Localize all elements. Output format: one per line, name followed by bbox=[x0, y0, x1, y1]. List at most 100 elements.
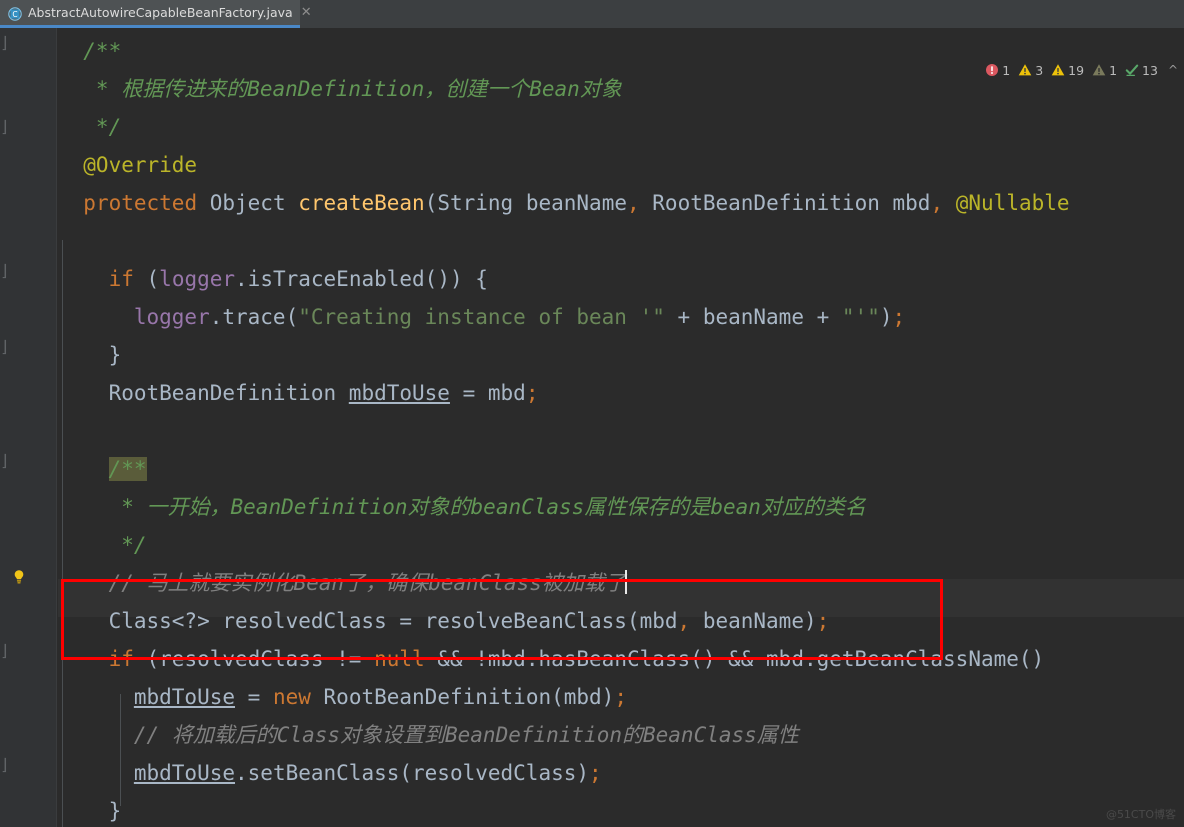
code-token: /** bbox=[108, 457, 147, 481]
code-token: = bbox=[235, 685, 273, 709]
fold-region-icon[interactable]: ⌋ bbox=[0, 263, 12, 279]
code-line[interactable]: */ bbox=[58, 526, 147, 564]
code-token: .trace( bbox=[209, 305, 299, 329]
code-token: ; bbox=[525, 381, 539, 405]
code-line[interactable]: /** bbox=[58, 450, 147, 488]
code-line[interactable]: logger.trace("Creating instance of bean … bbox=[58, 298, 905, 336]
code-token: .setBeanClass(resolvedClass) bbox=[235, 761, 590, 785]
code-line[interactable]: @Override bbox=[58, 146, 197, 184]
code-token: ; bbox=[614, 685, 627, 709]
intention-bulb-icon[interactable] bbox=[10, 568, 28, 586]
code-token: new bbox=[272, 685, 311, 709]
code-token: */ bbox=[58, 533, 147, 557]
code-token: mbdToUse bbox=[133, 685, 236, 709]
code-token: Object bbox=[197, 191, 299, 215]
code-line[interactable]: mbdToUse = new RootBeanDefinition(mbd); bbox=[58, 678, 627, 716]
code-token: /** bbox=[58, 39, 122, 63]
fold-region-icon[interactable]: ⌋ bbox=[0, 35, 12, 51]
code-line[interactable]: mbdToUse.setBeanClass(resolvedClass); bbox=[58, 754, 602, 792]
code-token: BeanDefinition bbox=[230, 495, 408, 519]
fold-region-icon[interactable]: ⌋ bbox=[0, 453, 12, 469]
code-token: beanClass bbox=[470, 495, 585, 519]
code-line[interactable]: // 马上就要实例化Bean了，确保beanClass被加载了 bbox=[58, 564, 627, 602]
inspection-errors[interactable]: 1 bbox=[985, 63, 1010, 78]
code-editor[interactable]: ⌋ ⌋ ⌋ ⌋ ⌋ ⌋ ⌋ /** * 根据传进来的BeanDefinition… bbox=[0, 28, 1184, 827]
editor-tab-active[interactable]: C AbstractAutowireCapableBeanFactory.jav… bbox=[0, 0, 312, 28]
code-line[interactable]: RootBeanDefinition mbdToUse = mbd; bbox=[58, 374, 539, 412]
close-icon[interactable]: ✕ bbox=[301, 6, 312, 19]
code-token: ( bbox=[133, 267, 160, 291]
java-class-icon: C bbox=[8, 6, 22, 21]
code-token: RootBeanDefinition mbd bbox=[639, 191, 931, 215]
code-token: 对象 bbox=[579, 77, 622, 101]
code-token: ，创建一个 bbox=[424, 77, 530, 101]
fold-region-icon[interactable]: ⌋ bbox=[0, 757, 12, 773]
inspection-weak-warning-count: 1 bbox=[1109, 62, 1118, 78]
fold-region-icon[interactable]: ⌋ bbox=[0, 119, 12, 135]
inspection-ok-icon bbox=[1125, 63, 1139, 77]
code-line[interactable]: protected Object createBean(String beanN… bbox=[58, 184, 1082, 222]
code-token: 属性保存的是 bbox=[584, 495, 711, 519]
code-token: // 将加载后的Class对象设置到BeanDefinition的BeanCla… bbox=[58, 723, 799, 747]
code-line[interactable]: Class<?> resolvedClass = resolveBeanClas… bbox=[58, 602, 830, 640]
code-token: + beanName + bbox=[664, 305, 842, 329]
code-token: RootBeanDefinition(mbd) bbox=[310, 685, 615, 709]
code-line[interactable]: * 根据传进来的BeanDefinition，创建一个Bean对象 bbox=[58, 70, 622, 108]
editor-gutter[interactable]: ⌋ ⌋ ⌋ ⌋ ⌋ ⌋ ⌋ bbox=[0, 28, 57, 827]
code-token: , bbox=[677, 609, 691, 633]
code-token: logger bbox=[159, 267, 236, 291]
code-token: * 根据传进来的 bbox=[58, 77, 248, 101]
fold-region-icon[interactable]: ⌋ bbox=[0, 339, 12, 355]
code-token: ) bbox=[879, 305, 893, 329]
code-token: // 马上就要实例化Bean了，确保beanClass被加载了 bbox=[58, 571, 626, 595]
code-token: .isTraceEnabled()) { bbox=[235, 267, 488, 291]
code-line[interactable]: */ bbox=[58, 108, 121, 146]
inspection-warnings[interactable]: 3 bbox=[1018, 63, 1043, 78]
inspection-weak-warnings[interactable]: 1 bbox=[1092, 63, 1117, 78]
code-token: mbdToUse bbox=[133, 761, 236, 785]
code-token: , bbox=[626, 191, 640, 215]
code-line[interactable]: * 一开始，BeanDefinition对象的beanClass属性保存的是be… bbox=[58, 488, 866, 526]
code-token: * 一开始， bbox=[58, 495, 231, 519]
svg-text:C: C bbox=[12, 10, 17, 19]
code-token: Class<?> resolvedClass = resolveBeanClas… bbox=[58, 609, 678, 633]
code-token: beanName) bbox=[690, 609, 817, 633]
code-token: } bbox=[58, 799, 122, 823]
weak-warning-icon bbox=[1092, 63, 1106, 77]
watermark: @51CTO博客 bbox=[1105, 808, 1176, 821]
code-line[interactable]: } bbox=[58, 792, 122, 827]
warning-icon bbox=[1051, 63, 1065, 77]
code-token: null bbox=[374, 647, 425, 671]
editor-tab-bar: C AbstractAutowireCapableBeanFactory.jav… bbox=[0, 0, 1184, 29]
inspection-warnings-secondary[interactable]: 19 bbox=[1051, 63, 1084, 78]
code-token: 对应的类名 bbox=[760, 495, 866, 519]
code-token: ; bbox=[589, 761, 602, 785]
code-line[interactable]: } bbox=[58, 336, 122, 374]
inspection-warning-secondary-count: 19 bbox=[1068, 62, 1085, 78]
code-token: 对象的 bbox=[407, 495, 471, 519]
fold-region-icon[interactable]: ⌋ bbox=[0, 643, 12, 659]
code-line[interactable]: if (logger.isTraceEnabled()) { bbox=[58, 260, 488, 298]
code-token: (String beanName bbox=[424, 191, 627, 215]
code-text-area[interactable]: /** * 根据传进来的BeanDefinition，创建一个Bean对象 */… bbox=[58, 28, 1184, 827]
code-line[interactable]: // 将加载后的Class对象设置到BeanDefinition的BeanCla… bbox=[58, 716, 799, 754]
code-token: protected bbox=[83, 191, 198, 215]
chevron-up-icon[interactable]: ^ bbox=[1168, 63, 1178, 77]
code-line[interactable]: if (resolvedClass != null && !mbd.hasBea… bbox=[58, 640, 1045, 678]
error-icon bbox=[985, 63, 999, 77]
code-token: bean bbox=[710, 495, 761, 519]
code-token: ; bbox=[816, 609, 830, 633]
code-token: , bbox=[930, 191, 944, 215]
text-caret bbox=[624, 570, 627, 594]
code-token: BeanDefinition bbox=[247, 77, 425, 101]
code-token: @Nullable bbox=[955, 191, 1070, 215]
ide-window: C AbstractAutowireCapableBeanFactory.jav… bbox=[0, 0, 1184, 827]
code-line[interactable]: /** bbox=[58, 32, 121, 70]
inspection-ok[interactable]: 13 bbox=[1125, 63, 1158, 78]
code-token: && !mbd.hasBeanClass() && mbd.getBeanCla… bbox=[424, 647, 1045, 671]
inspection-widget[interactable]: 1 3 19 1 13 ^ bbox=[985, 60, 1178, 80]
